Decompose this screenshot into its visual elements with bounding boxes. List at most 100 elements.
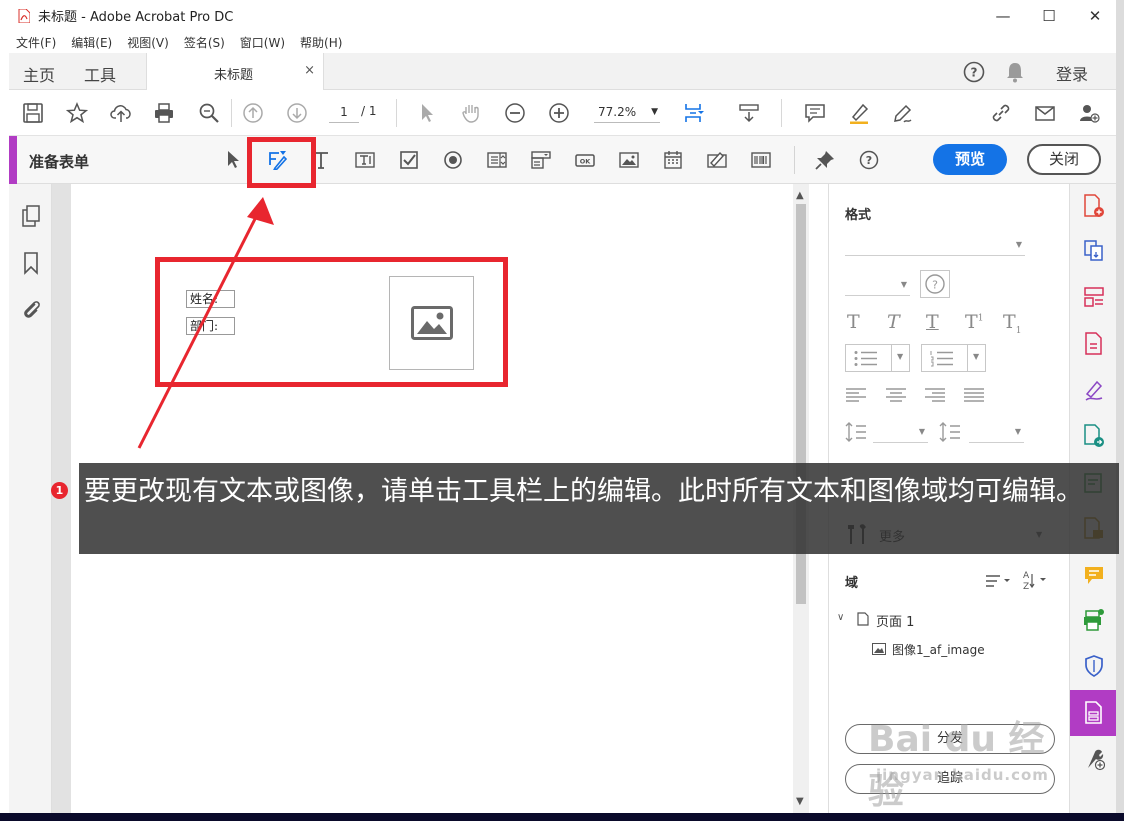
hand-tool-icon[interactable] bbox=[459, 101, 483, 125]
zoom-search-icon[interactable] bbox=[197, 101, 221, 125]
fill-sign-icon[interactable] bbox=[1083, 378, 1105, 402]
paragraph-spacing-dropdown[interactable]: ▼ bbox=[969, 421, 1024, 443]
watermark-brand: Bai du 经验 bbox=[868, 719, 1045, 812]
pin-icon[interactable] bbox=[814, 149, 836, 171]
star-icon[interactable] bbox=[65, 101, 89, 125]
digital-signature-icon[interactable] bbox=[706, 149, 728, 171]
print-production-icon[interactable] bbox=[1083, 608, 1105, 632]
line-spacing-dropdown[interactable]: ▼ bbox=[873, 421, 928, 443]
page-thumbnails-icon[interactable] bbox=[20, 204, 42, 228]
bookmark-icon[interactable] bbox=[20, 251, 42, 275]
bold-text-icon[interactable]: T bbox=[847, 311, 860, 333]
tab-document[interactable]: 未标题 × bbox=[146, 53, 324, 90]
subscript-icon[interactable]: T1 bbox=[1003, 311, 1021, 336]
email-icon[interactable] bbox=[1033, 101, 1057, 125]
align-left-icon[interactable] bbox=[846, 388, 866, 402]
align-center-icon[interactable] bbox=[886, 388, 906, 402]
tutorial-caption: 要更改现有文本或图像，请单击工具栏上的编辑。此时所有文本和图像域均可编辑。 bbox=[79, 463, 1119, 554]
comment-icon[interactable] bbox=[803, 101, 827, 125]
svg-text:?: ? bbox=[971, 66, 978, 80]
export-pdf-icon[interactable] bbox=[1083, 332, 1105, 356]
dropdown-field-icon[interactable] bbox=[530, 149, 552, 171]
comment-tool-icon[interactable] bbox=[1083, 564, 1105, 588]
menu-sign[interactable]: 签名(S) bbox=[184, 34, 225, 51]
svg-text:A: A bbox=[1023, 571, 1030, 581]
menu-file[interactable]: 文件(F) bbox=[16, 34, 56, 51]
italic-text-icon[interactable]: T bbox=[887, 311, 900, 333]
justify-icon[interactable] bbox=[964, 388, 984, 402]
print-icon[interactable] bbox=[152, 101, 176, 125]
sign-pen-icon[interactable] bbox=[891, 101, 915, 125]
select-arrow-icon[interactable] bbox=[415, 101, 439, 125]
multiline-text-icon[interactable] bbox=[354, 149, 376, 171]
tree-page-node[interactable]: 页面 1 bbox=[876, 611, 914, 630]
maximize-button[interactable]: ☐ bbox=[1026, 0, 1072, 31]
login-link[interactable]: 登录 bbox=[1056, 61, 1088, 85]
minimize-button[interactable]: — bbox=[980, 0, 1026, 31]
add-user-icon[interactable] bbox=[1077, 101, 1101, 125]
date-field-icon[interactable] bbox=[662, 149, 684, 171]
acrobat-logo-icon bbox=[18, 8, 30, 23]
send-for-signature-icon[interactable] bbox=[1083, 424, 1105, 448]
share-link-icon[interactable] bbox=[989, 101, 1013, 125]
menu-edit[interactable]: 编辑(E) bbox=[71, 34, 112, 51]
button-field-icon[interactable]: OK bbox=[574, 149, 596, 171]
more-tools-icon[interactable] bbox=[1083, 747, 1105, 771]
watermark-url: jingyan.baidu.com bbox=[876, 766, 1049, 784]
scroll-down-arrow-icon[interactable]: ▼ bbox=[796, 796, 804, 807]
notification-bell-icon[interactable] bbox=[1005, 61, 1025, 83]
tab-home[interactable]: 主页 bbox=[23, 62, 55, 86]
zoom-out-icon[interactable] bbox=[503, 101, 527, 125]
align-right-icon[interactable] bbox=[925, 388, 945, 402]
list-box-icon[interactable] bbox=[486, 149, 508, 171]
barcode-icon[interactable] bbox=[750, 149, 772, 171]
fit-page-icon[interactable] bbox=[681, 101, 705, 125]
close-tab-icon[interactable]: × bbox=[304, 63, 315, 78]
organize-pages-icon[interactable] bbox=[1083, 285, 1105, 309]
bullet-list-dropdown[interactable]: ▼ bbox=[845, 344, 910, 372]
font-help-icon[interactable]: ? bbox=[920, 270, 950, 298]
create-pdf-icon[interactable] bbox=[1083, 194, 1105, 218]
close-window-button[interactable]: ✕ bbox=[1072, 0, 1118, 31]
next-page-icon[interactable] bbox=[285, 101, 309, 125]
zoom-dropdown[interactable]: 77.2% ▼ bbox=[594, 101, 660, 123]
font-family-dropdown[interactable]: ▼ bbox=[845, 234, 1025, 256]
protect-shield-icon[interactable] bbox=[1083, 654, 1105, 678]
combine-files-icon[interactable] bbox=[1083, 239, 1105, 263]
attachment-paperclip-icon[interactable] bbox=[20, 297, 42, 321]
numbered-list-dropdown[interactable]: ▼ bbox=[921, 344, 986, 372]
scroll-up-arrow-icon[interactable]: ▲ bbox=[796, 190, 804, 201]
expand-chevron-icon[interactable]: ∨ bbox=[837, 612, 844, 623]
zoom-in-icon[interactable] bbox=[547, 101, 571, 125]
menu-bar: 文件(F) 编辑(E) 视图(V) 签名(S) 窗口(W) 帮助(H) bbox=[0, 31, 1118, 53]
sort-alphabetical-icon[interactable]: A Z bbox=[1022, 569, 1048, 591]
highlight-pen-icon[interactable] bbox=[847, 101, 871, 125]
page-number-input[interactable]: 1 bbox=[329, 101, 359, 123]
save-icon[interactable] bbox=[21, 101, 45, 125]
menu-help[interactable]: 帮助(H) bbox=[300, 34, 342, 51]
previous-page-icon[interactable] bbox=[241, 101, 265, 125]
tree-image-field-node[interactable]: 图像1_af_image bbox=[892, 641, 985, 658]
underline-text-icon[interactable]: T bbox=[926, 311, 939, 333]
form-help-icon[interactable]: ? bbox=[858, 149, 880, 171]
font-size-dropdown[interactable]: ▼ bbox=[845, 274, 910, 296]
menu-window[interactable]: 窗口(W) bbox=[240, 34, 285, 51]
tab-tools[interactable]: 工具 bbox=[84, 62, 116, 86]
prepare-form-tool-active[interactable] bbox=[1070, 690, 1117, 736]
superscript-icon[interactable]: T1 bbox=[965, 311, 983, 333]
checkbox-icon[interactable] bbox=[398, 149, 420, 171]
close-form-button[interactable]: 关闭 bbox=[1027, 144, 1101, 175]
svg-text:OK: OK bbox=[580, 158, 592, 166]
preview-button[interactable]: 预览 bbox=[933, 144, 1007, 175]
scroll-mode-icon[interactable] bbox=[737, 101, 761, 125]
select-object-icon[interactable] bbox=[222, 149, 244, 171]
sort-options-icon[interactable] bbox=[985, 573, 1011, 589]
line-spacing-icon[interactable] bbox=[845, 422, 867, 442]
image-field-icon[interactable] bbox=[618, 149, 640, 171]
paragraph-spacing-icon[interactable] bbox=[939, 422, 961, 442]
menu-view[interactable]: 视图(V) bbox=[127, 34, 169, 51]
upload-cloud-icon[interactable] bbox=[109, 101, 133, 125]
help-icon[interactable]: ? bbox=[963, 61, 985, 83]
prepare-form-title: 准备表单 bbox=[29, 153, 90, 171]
radio-button-icon[interactable] bbox=[442, 149, 464, 171]
